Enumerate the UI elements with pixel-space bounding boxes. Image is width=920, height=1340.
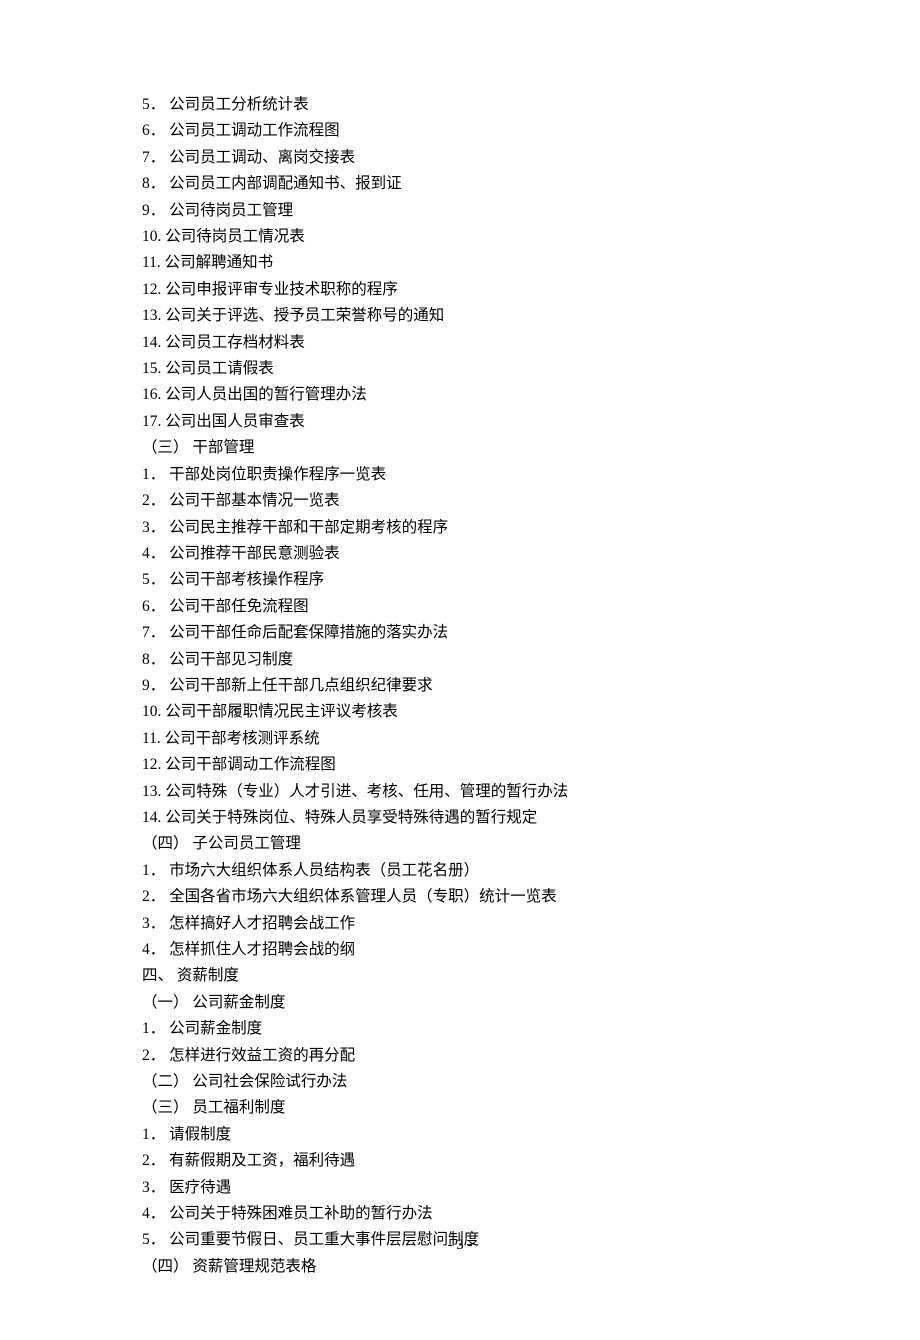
document-line: （二） 公司社会保险试行办法 <box>142 1069 778 1095</box>
document-line: 1． 请假制度 <box>142 1122 778 1148</box>
document-line: 5． 公司干部考核操作程序 <box>142 567 778 593</box>
document-line: 3． 医疗待遇 <box>142 1175 778 1201</box>
document-line: （三） 干部管理 <box>142 435 778 461</box>
document-line: （三） 员工福利制度 <box>142 1095 778 1121</box>
page-number: - 3 - <box>0 1237 920 1254</box>
document-line: 2． 全国各省市场六大组织体系管理人员（专职）统计一览表 <box>142 884 778 910</box>
document-line: 7． 公司员工调动、离岗交接表 <box>142 145 778 171</box>
document-line: 14. 公司员工存档材料表 <box>142 330 778 356</box>
document-line: （一） 公司薪金制度 <box>142 990 778 1016</box>
document-content: 5． 公司员工分析统计表6． 公司员工调动工作流程图7． 公司员工调动、离岗交接… <box>142 92 778 1280</box>
document-line: 3． 公司民主推荐干部和干部定期考核的程序 <box>142 515 778 541</box>
document-line: 四、 资薪制度 <box>142 963 778 989</box>
document-line: 6． 公司员工调动工作流程图 <box>142 118 778 144</box>
document-line: 7． 公司干部任命后配套保障措施的落实办法 <box>142 620 778 646</box>
document-line: 2． 怎样进行效益工资的再分配 <box>142 1043 778 1069</box>
document-line: 11. 公司干部考核测评系统 <box>142 726 778 752</box>
document-line: 16. 公司人员出国的暂行管理办法 <box>142 382 778 408</box>
document-line: 3． 怎样搞好人才招聘会战工作 <box>142 911 778 937</box>
document-line: （四） 子公司员工管理 <box>142 831 778 857</box>
document-line: 12. 公司干部调动工作流程图 <box>142 752 778 778</box>
document-line: 17. 公司出国人员审查表 <box>142 409 778 435</box>
document-line: 9． 公司待岗员工管理 <box>142 198 778 224</box>
document-line: 1． 干部处岗位职责操作程序一览表 <box>142 462 778 488</box>
document-line: 5． 公司员工分析统计表 <box>142 92 778 118</box>
document-line: 12. 公司申报评审专业技术职称的程序 <box>142 277 778 303</box>
document-line: 14. 公司关于特殊岗位、特殊人员享受特殊待遇的暂行规定 <box>142 805 778 831</box>
document-line: 2． 有薪假期及工资，福利待遇 <box>142 1148 778 1174</box>
document-line: 4． 公司推荐干部民意测验表 <box>142 541 778 567</box>
document-line: 1． 公司薪金制度 <box>142 1016 778 1042</box>
document-line: 4． 公司关于特殊困难员工补助的暂行办法 <box>142 1201 778 1227</box>
document-line: 8． 公司员工内部调配通知书、报到证 <box>142 171 778 197</box>
document-line: 10. 公司待岗员工情况表 <box>142 224 778 250</box>
document-page: 5． 公司员工分析统计表6． 公司员工调动工作流程图7． 公司员工调动、离岗交接… <box>0 0 920 1340</box>
document-line: 13. 公司特殊（专业）人才引进、考核、任用、管理的暂行办法 <box>142 779 778 805</box>
document-line: （四） 资薪管理规范表格 <box>142 1254 778 1280</box>
document-line: 13. 公司关于评选、授予员工荣誉称号的通知 <box>142 303 778 329</box>
document-line: 2． 公司干部基本情况一览表 <box>142 488 778 514</box>
document-line: 8． 公司干部见习制度 <box>142 647 778 673</box>
document-line: 15. 公司员工请假表 <box>142 356 778 382</box>
document-line: 4． 怎样抓住人才招聘会战的纲 <box>142 937 778 963</box>
document-line: 1． 市场六大组织体系人员结构表（员工花名册） <box>142 858 778 884</box>
document-line: 10. 公司干部履职情况民主评议考核表 <box>142 699 778 725</box>
document-line: 11. 公司解聘通知书 <box>142 250 778 276</box>
document-line: 6． 公司干部任免流程图 <box>142 594 778 620</box>
document-line: 9． 公司干部新上任干部几点组织纪律要求 <box>142 673 778 699</box>
